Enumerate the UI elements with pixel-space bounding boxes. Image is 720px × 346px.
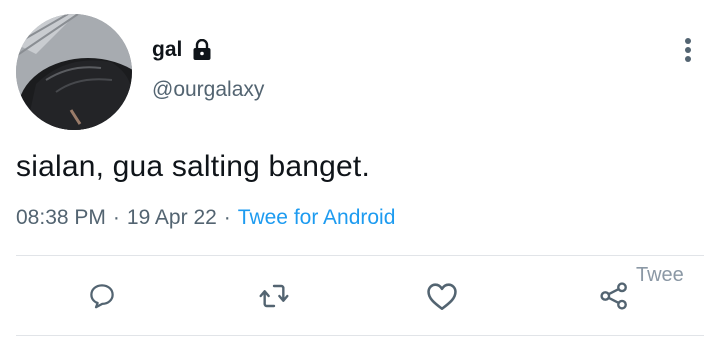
tweet-text: sialan, gua salting banget.	[16, 150, 370, 183]
display-name[interactable]: gal	[152, 38, 182, 62]
tweet-meta: 08:38 PM · 19 Apr 22 · Twee for Android	[16, 206, 395, 230]
avatar[interactable]	[16, 14, 132, 130]
more-dot-icon	[685, 56, 691, 62]
lock-icon	[192, 38, 212, 61]
user-name-row: gal	[152, 38, 212, 62]
meta-separator: ·	[223, 206, 231, 229]
avatar-photo	[16, 14, 132, 130]
share-button[interactable]	[594, 276, 634, 316]
more-dot-icon	[685, 38, 691, 44]
share-icon	[600, 282, 627, 310]
tweet-source-link[interactable]: Twee for Android	[238, 206, 396, 230]
reply-button[interactable]	[82, 276, 122, 316]
divider	[16, 255, 704, 256]
like-button[interactable]	[422, 276, 462, 316]
meta-separator: ·	[112, 206, 120, 229]
reply-icon	[90, 284, 114, 309]
user-handle[interactable]: @ourgalaxy	[152, 78, 264, 102]
retweet-icon	[259, 284, 289, 308]
share-label: Twee	[636, 264, 684, 286]
divider	[16, 335, 704, 336]
like-icon	[427, 283, 457, 311]
tweet-time[interactable]: 08:38 PM	[16, 206, 106, 230]
more-options-button[interactable]	[676, 32, 700, 68]
tweet-date[interactable]: 19 Apr 22	[127, 206, 217, 230]
retweet-button[interactable]	[254, 276, 294, 316]
more-dot-icon	[685, 47, 691, 53]
